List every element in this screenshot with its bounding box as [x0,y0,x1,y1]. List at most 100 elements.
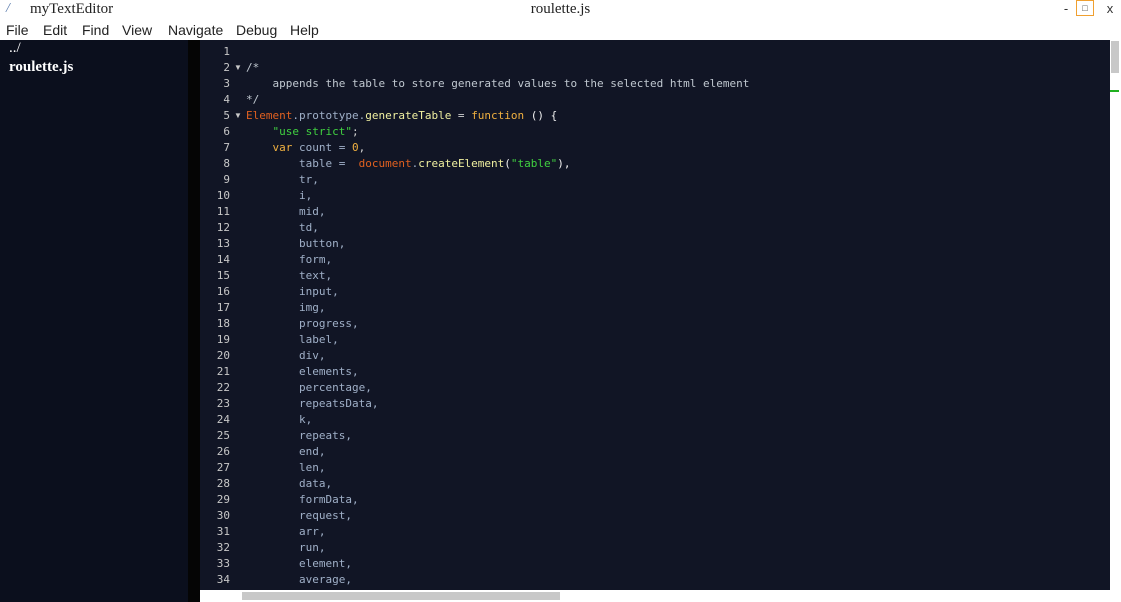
line-number: 18 [216,317,230,330]
code-token: td, [246,221,319,234]
code-editor[interactable]: 1 2 3 4 5 6 7 8 9 10 11 12 13 14 15 16 17 18 19 20 21 22 23 24 2… [200,40,1110,598]
code-line[interactable]: end, [246,444,326,460]
line-number: 24 [216,413,230,426]
code-token: progress, [246,317,359,330]
line-number: 8 [223,157,230,170]
code-line[interactable]: table = document.createElement("table"), [246,156,571,172]
code-token: request, [246,509,352,522]
line-number: 27 [216,461,230,474]
line-number: 13 [216,237,230,250]
code-line[interactable]: arr, [246,524,326,540]
code-line[interactable]: len, [246,460,326,476]
vertical-scrollbar[interactable] [1110,40,1121,598]
code-line[interactable]: */ [246,92,259,108]
horizontal-scrollbar[interactable] [200,590,1110,602]
code-token: "use strict" [272,125,352,138]
fold-toggle-icon[interactable]: ▼ [234,108,242,124]
line-number: 5 [223,109,230,122]
menu-navigate[interactable]: Navigate [168,20,223,40]
code-line[interactable]: repeatsData, [246,396,378,412]
code-line[interactable]: element, [246,556,352,572]
line-number: 12 [216,221,230,234]
code-token: i, [246,189,313,202]
code-token: repeatsData, [246,397,379,410]
scroll-position-marker [1110,90,1119,92]
line-number: 15 [216,269,230,282]
line-number: 34 [216,573,230,586]
fold-toggle-icon[interactable]: ▼ [234,60,242,76]
line-number: 16 [216,285,230,298]
code-token: len, [246,461,326,474]
code-line[interactable]: var count = 0, [246,140,366,156]
menu-debug[interactable]: Debug [236,20,277,40]
code-token: form, [246,253,333,266]
menu-view[interactable]: View [122,20,152,40]
code-token: text, [246,269,333,282]
code-token: repeats, [246,429,352,442]
code-token: , [358,141,366,154]
code-token: ( [504,157,511,170]
line-number: 9 [223,173,230,186]
code-token: table = [246,157,359,170]
line-number: 23 [216,397,230,410]
code-line[interactable]: request, [246,508,352,524]
line-number: 7 [223,141,230,154]
code-token: ; [351,125,359,138]
code-line[interactable]: img, [246,300,326,316]
code-line[interactable]: input, [246,284,339,300]
code-token: () { [524,109,558,122]
code-line[interactable]: text, [246,268,332,284]
close-button[interactable]: x [1104,1,1116,17]
line-number: 19 [216,333,230,346]
code-token: createElement [418,157,505,170]
code-line[interactable]: td, [246,220,319,236]
code-line[interactable]: elements, [246,364,359,380]
code-token: ), [557,157,571,170]
file-tree-item-parent[interactable]: ../ [9,39,21,57]
code-line[interactable]: Element.prototype.generateTable = functi… [246,108,557,124]
maximize-button[interactable]: □ [1076,0,1094,16]
code-line[interactable]: button, [246,236,345,252]
code-line[interactable]: div, [246,348,326,364]
app-icon: / [6,1,10,16]
code-line[interactable]: repeats, [246,428,352,444]
code-line[interactable]: mid, [246,204,326,220]
menu-edit[interactable]: Edit [43,20,67,40]
code-line[interactable]: label, [246,332,339,348]
code-token: input, [246,285,339,298]
code-line[interactable]: appends the table to store generated val… [246,76,749,92]
file-tree-item-roulette[interactable]: roulette.js [9,58,73,76]
code-token: data, [246,477,333,490]
line-number: 29 [216,493,230,506]
code-token: 0 [351,141,359,154]
code-token: tr, [246,173,319,186]
code-token: arr, [246,525,326,538]
code-line[interactable]: percentage, [246,380,372,396]
code-line[interactable]: form, [246,252,332,268]
sidebar-splitter[interactable] [188,40,200,602]
vertical-scroll-thumb[interactable] [1111,41,1119,73]
horizontal-scroll-thumb[interactable] [242,592,560,600]
code-line[interactable]: average, [246,572,352,588]
line-number: 1 [223,45,230,58]
code-line[interactable]: "use strict"; [246,124,359,140]
line-number: 10 [216,189,230,202]
code-line[interactable]: formData, [246,492,359,508]
code-area[interactable]: /* appends the table to store generated … [246,40,1106,598]
menu-help[interactable]: Help [290,20,319,40]
code-token: mid, [246,205,326,218]
code-line[interactable]: i, [246,188,312,204]
line-number: 22 [216,381,230,394]
code-line[interactable]: k, [246,412,312,428]
code-line[interactable]: /* [246,60,259,76]
code-line[interactable]: run, [246,540,326,556]
code-line[interactable]: tr, [246,172,319,188]
minimize-button[interactable]: - [1061,1,1071,17]
code-line[interactable]: data, [246,476,332,492]
line-number: 3 [223,77,230,90]
menu-find[interactable]: Find [82,20,109,40]
code-line[interactable]: progress, [246,316,359,332]
line-number: 33 [216,557,230,570]
menu-file[interactable]: File [6,20,29,40]
